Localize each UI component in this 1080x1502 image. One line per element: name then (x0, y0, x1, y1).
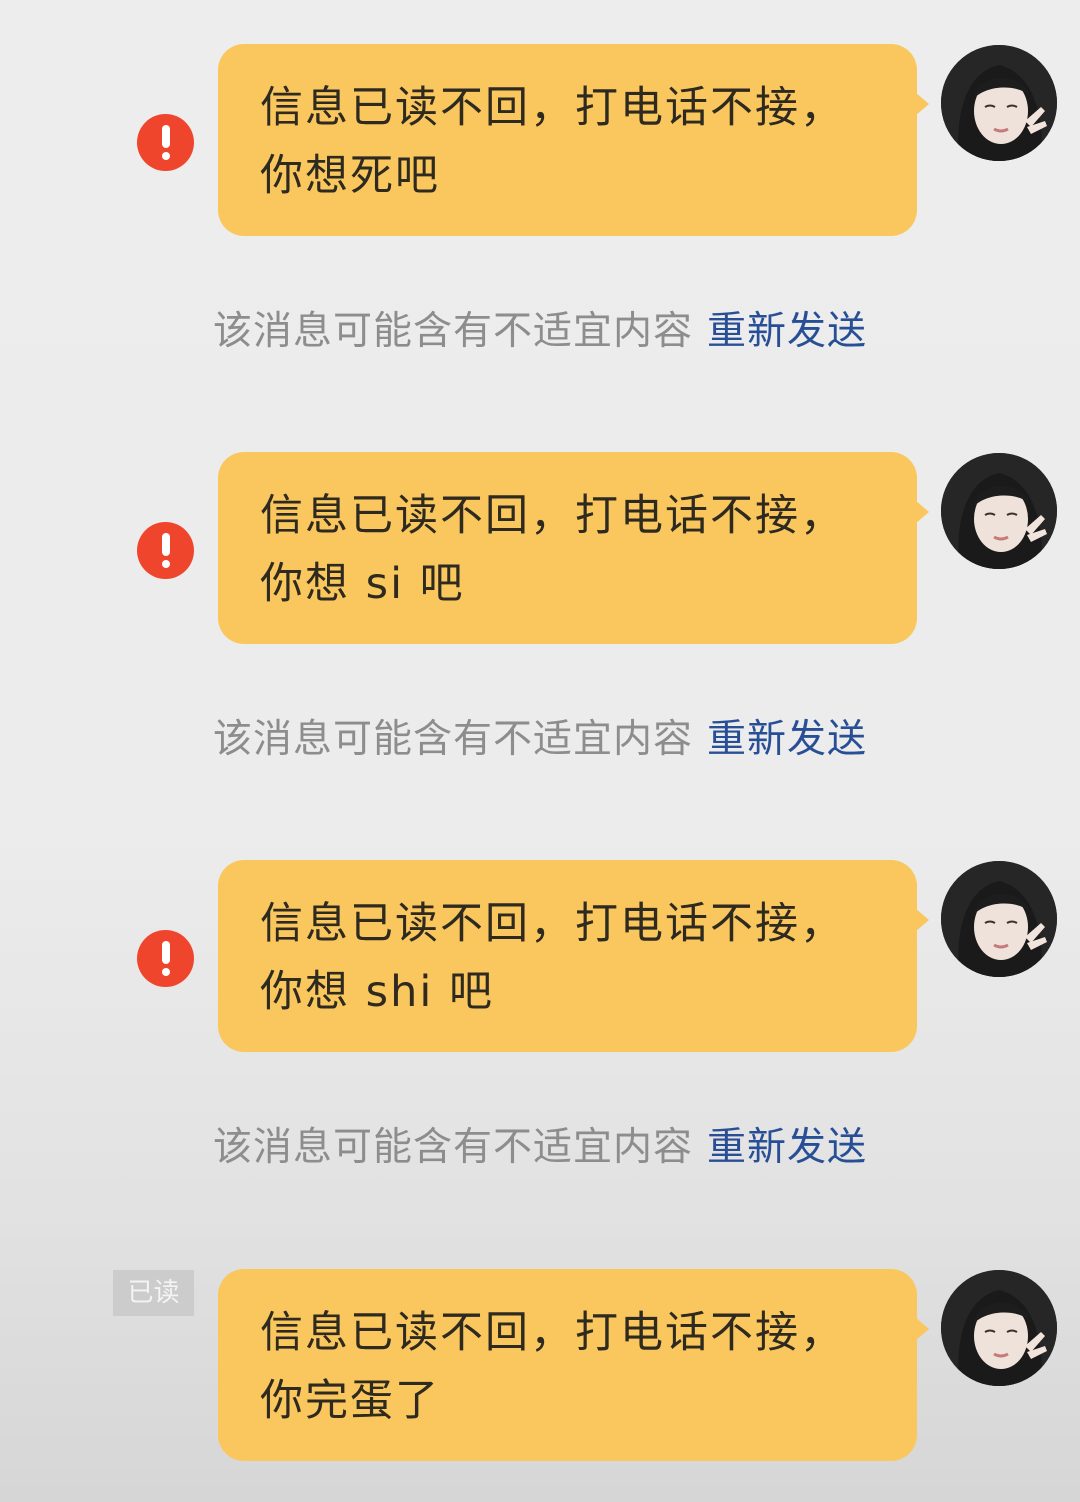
message-bubble[interactable]: 信息已读不回，打电话不接， 你想 shi 吧 (218, 860, 929, 1052)
read-status-badge: 已读 (113, 1270, 194, 1316)
message-bubble[interactable]: 信息已读不回，打电话不接， 你完蛋了 (218, 1269, 929, 1461)
avatar[interactable] (941, 1270, 1057, 1386)
blocked-notice: 该消息可能含有不适宜内容 重新发送 (0, 300, 1080, 356)
resend-link[interactable]: 重新发送 (707, 1125, 867, 1170)
notice-text: 该消息可能含有不适宜内容 (212, 717, 693, 762)
exclamation-icon[interactable] (137, 930, 194, 987)
message-bubble[interactable]: 信息已读不回，打电话不接， 你想 si 吧 (218, 452, 929, 644)
message-text: 信息已读不回，打电话不接， 你想 shi 吧 (260, 899, 845, 1017)
message-bubble[interactable]: 信息已读不回，打电话不接， 你想死吧 (218, 44, 929, 236)
notice-text: 该消息可能含有不适宜内容 (212, 309, 693, 354)
message-text: 信息已读不回，打电话不接， 你想死吧 (260, 83, 845, 201)
message-text: 信息已读不回，打电话不接， 你想 si 吧 (260, 491, 845, 609)
message-text: 信息已读不回，打电话不接， 你完蛋了 (260, 1308, 845, 1426)
resend-link[interactable]: 重新发送 (707, 309, 867, 354)
exclamation-icon[interactable] (137, 114, 194, 171)
avatar[interactable] (941, 861, 1057, 977)
notice-text: 该消息可能含有不适宜内容 (212, 1125, 693, 1170)
avatar[interactable] (941, 45, 1057, 161)
blocked-notice: 该消息可能含有不适宜内容 重新发送 (0, 1116, 1080, 1172)
exclamation-icon[interactable] (137, 522, 194, 579)
resend-link[interactable]: 重新发送 (707, 717, 867, 762)
blocked-notice: 该消息可能含有不适宜内容 重新发送 (0, 708, 1080, 764)
chat-conversation: 信息已读不回，打电话不接， 你想死吧 该消息可能含有不适宜内容 重新发送 信息已… (0, 0, 1080, 1502)
avatar[interactable] (941, 453, 1057, 569)
